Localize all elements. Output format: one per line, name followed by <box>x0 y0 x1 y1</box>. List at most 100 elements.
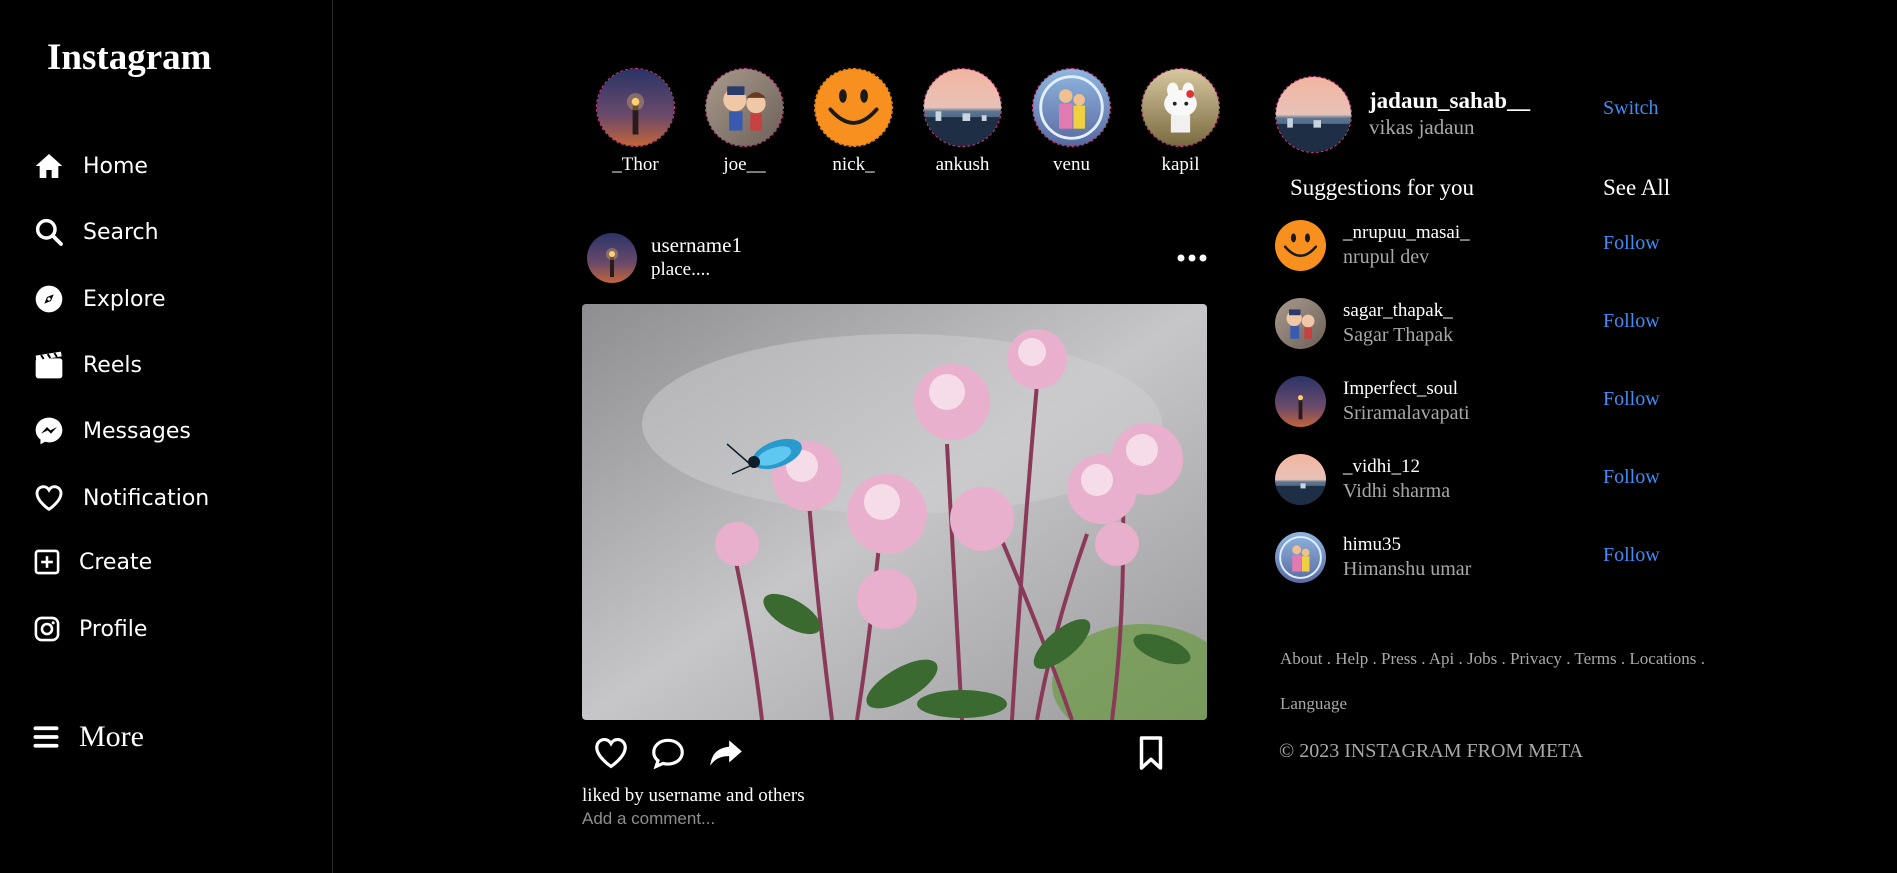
see-all-link[interactable]: See All <box>1603 175 1670 201</box>
bookmark-icon[interactable] <box>1132 734 1170 772</box>
nav-create[interactable]: Create <box>33 548 152 576</box>
nav-messages-label: Messages <box>83 418 191 444</box>
share-icon[interactable] <box>707 734 745 772</box>
story-avatar <box>705 68 784 147</box>
footer-link-language[interactable]: Language <box>1280 694 1347 713</box>
copyright-text: © 2023 INSTAGRAM FROM META <box>1279 740 1584 762</box>
post-avatar[interactable] <box>587 233 637 283</box>
suggestion-username[interactable]: _vidhi_12 <box>1343 456 1420 478</box>
current-user-name: vikas jadaun <box>1369 115 1475 139</box>
story-name: kapil <box>1161 154 1200 175</box>
post-image[interactable] <box>582 304 1207 720</box>
story-avatar <box>923 68 1002 147</box>
follow-button[interactable]: Follow <box>1603 544 1660 567</box>
more-label: More <box>79 720 144 753</box>
suggestion-username[interactable]: sagar_thapak_ <box>1343 300 1453 322</box>
story-item[interactable]: nick_ <box>814 68 893 176</box>
follow-button[interactable]: Follow <box>1603 232 1660 255</box>
footer-link-api[interactable]: Api <box>1429 649 1455 668</box>
current-user-avatar[interactable] <box>1275 76 1352 153</box>
story-name: venu <box>1053 154 1090 175</box>
follow-button[interactable]: Follow <box>1603 388 1660 411</box>
story-item[interactable]: venu <box>1032 68 1111 176</box>
nav-reels-label: Reels <box>83 352 142 378</box>
footer-link-about[interactable]: About <box>1280 649 1323 668</box>
footer-link-press[interactable]: Press <box>1381 649 1417 668</box>
footer-link-privacy[interactable]: Privacy <box>1510 649 1562 668</box>
likes-text: liked by username and others <box>582 785 805 806</box>
messenger-icon <box>35 417 63 445</box>
post-username[interactable]: username1 <box>651 233 742 258</box>
suggestion-username[interactable]: _nrupuu_masai_ <box>1343 222 1470 244</box>
story-avatar <box>814 68 893 147</box>
story-name: _Thor <box>612 154 659 175</box>
compass-icon <box>35 285 63 313</box>
story-avatar <box>596 68 675 147</box>
suggestion-username[interactable]: himu35 <box>1343 534 1401 556</box>
search-icon <box>35 218 63 246</box>
story-name: nick_ <box>832 154 875 175</box>
footer-link-locations[interactable]: Locations <box>1629 649 1696 668</box>
like-icon[interactable] <box>592 734 630 772</box>
suggestion-row: Imperfect_soul Sriramalavapati Follow <box>1275 376 1675 432</box>
suggestion-row: _nrupuu_masai_ nrupul dev Follow <box>1275 220 1675 276</box>
nav-notification[interactable]: Notification <box>33 482 209 514</box>
suggestion-name: Himanshu umar <box>1343 558 1472 580</box>
footer-link-terms[interactable]: Terms <box>1574 649 1616 668</box>
story-item[interactable]: _Thor <box>596 68 675 176</box>
plus-square-icon <box>34 549 60 575</box>
suggestion-avatar[interactable] <box>1275 220 1326 271</box>
nav-create-label: Create <box>79 549 153 575</box>
comment-input[interactable] <box>582 809 882 829</box>
footer-link-help[interactable]: Help <box>1335 649 1368 668</box>
suggestion-avatar[interactable] <box>1275 532 1326 583</box>
switch-account-link[interactable]: Switch <box>1603 97 1659 120</box>
hamburger-icon <box>33 726 59 748</box>
post-header: username1 place.... <box>587 233 1207 285</box>
sidebar: Instagram Home Search Explore Reels Mess… <box>0 0 333 873</box>
suggestion-name: nrupul dev <box>1343 246 1430 268</box>
nav-explore[interactable]: Explore <box>33 283 166 315</box>
suggestion-row: _vidhi_12 Vidhi sharma Follow <box>1275 454 1675 510</box>
nav-search[interactable]: Search <box>33 216 159 248</box>
stories-bar: _Thor joe__ nick_ ankush venu kapil <box>596 68 1220 176</box>
heart-icon <box>35 485 63 512</box>
comment-icon[interactable] <box>649 734 687 772</box>
suggestion-avatar[interactable] <box>1275 376 1326 427</box>
post-actions <box>592 734 1172 776</box>
nav-home[interactable]: Home <box>33 150 148 182</box>
story-item[interactable]: joe__ <box>705 68 784 176</box>
nav-messages[interactable]: Messages <box>33 415 191 447</box>
nav-reels[interactable]: Reels <box>33 349 142 381</box>
more-button[interactable]: More <box>31 720 144 754</box>
footer-links: About . Help . Press . Api . Jobs . Priv… <box>1280 649 1705 713</box>
suggestions-title: Suggestions for you <box>1290 175 1474 200</box>
more-options-icon[interactable] <box>1177 251 1207 265</box>
footer-link-jobs[interactable]: Jobs <box>1467 649 1497 668</box>
nav-profile-label: Profile <box>79 616 148 642</box>
follow-button[interactable]: Follow <box>1603 310 1660 333</box>
current-user-username[interactable]: jadaun_sahab__ <box>1369 88 1530 114</box>
nav-search-label: Search <box>83 219 159 245</box>
story-name: ankush <box>935 154 990 175</box>
suggestion-name: Sriramalavapati <box>1343 402 1470 424</box>
post-location[interactable]: place.... <box>651 259 710 281</box>
nav-home-label: Home <box>83 153 148 179</box>
suggestion-row: sagar_thapak_ Sagar Thapak Follow <box>1275 298 1675 354</box>
nav-notification-label: Notification <box>83 485 210 511</box>
suggestion-username[interactable]: Imperfect_soul <box>1343 378 1458 400</box>
instagram-icon <box>34 616 60 642</box>
story-name: joe__ <box>723 154 766 175</box>
reels-icon <box>35 351 63 379</box>
follow-button[interactable]: Follow <box>1603 466 1660 489</box>
suggestion-name: Vidhi sharma <box>1343 480 1451 502</box>
story-avatar <box>1032 68 1111 147</box>
nav-profile[interactable]: Profile <box>33 615 147 643</box>
instagram-logo[interactable]: Instagram <box>47 36 211 79</box>
home-icon <box>35 154 63 178</box>
suggestion-avatar[interactable] <box>1275 454 1326 505</box>
suggestion-name: Sagar Thapak <box>1343 324 1454 346</box>
suggestion-avatar[interactable] <box>1275 298 1326 349</box>
story-item[interactable]: kapil <box>1141 68 1220 176</box>
story-item[interactable]: ankush <box>923 68 1002 176</box>
